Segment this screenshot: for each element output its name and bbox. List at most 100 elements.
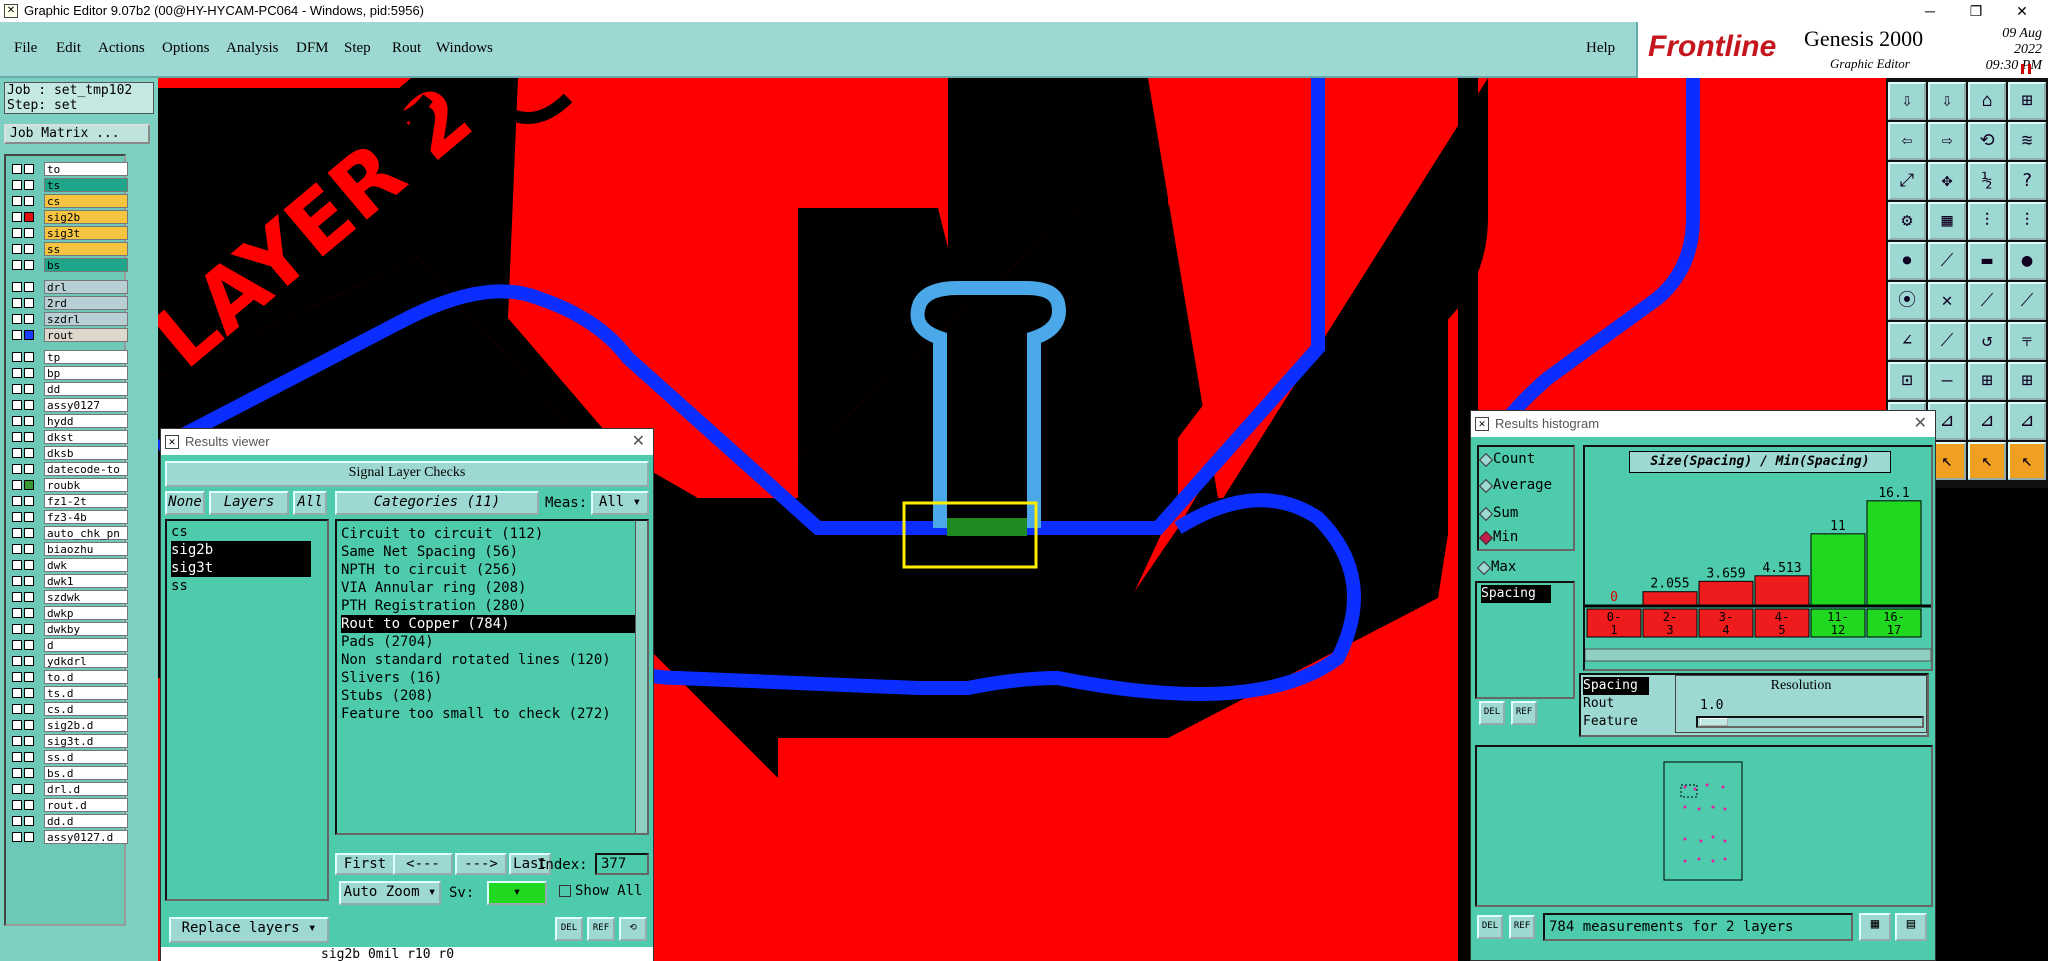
layer-checkbox[interactable]: [12, 768, 22, 778]
layer-row-assy0127.d[interactable]: assy0127.d: [8, 830, 128, 844]
all-button[interactable]: All: [293, 491, 327, 515]
first-button[interactable]: First: [335, 853, 395, 875]
layer-checkbox[interactable]: [12, 752, 22, 762]
layer-row-to[interactable]: to: [8, 162, 128, 176]
prev-button[interactable]: <---: [393, 853, 453, 875]
layer-display-box[interactable]: [24, 528, 34, 538]
tool-button-25-icon[interactable]: ∠: [1888, 322, 1926, 360]
tool-button-18-icon[interactable]: ⟋: [1928, 242, 1966, 280]
layer-row-biaozhu[interactable]: biaozhu: [8, 542, 128, 556]
layer-display-box[interactable]: [24, 624, 34, 634]
job-matrix-button[interactable]: Job Matrix ...: [4, 124, 150, 144]
tool-button-10-icon[interactable]: ✥: [1928, 162, 1966, 200]
tool-button-27-icon[interactable]: ↺: [1968, 322, 2006, 360]
histogram-bar[interactable]: [1810, 533, 1866, 606]
layer-display-box[interactable]: [24, 592, 34, 602]
layer-display-box[interactable]: [24, 298, 34, 308]
side-list-spacing[interactable]: Spacing: [1481, 585, 1551, 603]
layer-checkbox[interactable]: [12, 800, 22, 810]
layer-display-box[interactable]: [24, 544, 34, 554]
preview-ref-button[interactable]: REF: [1509, 915, 1535, 939]
tool-button-20-icon[interactable]: ●: [2008, 242, 2046, 280]
show-all-checkbox[interactable]: [559, 885, 571, 897]
tool-button-5-icon[interactable]: ⇦: [1888, 122, 1926, 160]
layer-display-box[interactable]: [24, 400, 34, 410]
layer-row-fz3-4b[interactable]: fz3-4b: [8, 510, 128, 524]
menu-actions[interactable]: Actions: [98, 40, 145, 57]
category-item[interactable]: Non standard rotated lines (120): [341, 651, 611, 669]
layer-display-box[interactable]: [24, 228, 34, 238]
option-min[interactable]: Min: [1493, 529, 1518, 545]
layer-row-bs.d[interactable]: bs.d: [8, 766, 128, 780]
tool-button-35-icon[interactable]: ⊿: [1968, 402, 2006, 440]
tool-button-30-icon[interactable]: —: [1928, 362, 1966, 400]
category-scrollbar[interactable]: [635, 521, 647, 833]
layer-row-dksb[interactable]: dksb: [8, 446, 128, 460]
layer-display-box[interactable]: [24, 314, 34, 324]
resolution-slider-thumb[interactable]: [1700, 718, 1728, 726]
layer-row-rout.d[interactable]: rout.d: [8, 798, 128, 812]
meas-select[interactable]: All ▾: [591, 491, 649, 515]
tool-button-8-icon[interactable]: ≋: [2008, 122, 2046, 160]
layer-row-ydkdrl[interactable]: ydkdrl: [8, 654, 128, 668]
preview-del-button[interactable]: DEL: [1477, 915, 1503, 939]
layer-row-datecode-to[interactable]: datecode-to: [8, 462, 128, 476]
layer-row-fz1-2t[interactable]: fz1-2t: [8, 494, 128, 508]
layer-checkbox[interactable]: [12, 244, 22, 254]
layer-checkbox[interactable]: [12, 496, 22, 506]
layer-checkbox[interactable]: [12, 228, 22, 238]
tool-button-3-icon[interactable]: ⌂: [1968, 82, 2006, 120]
layer-checkbox[interactable]: [12, 512, 22, 522]
layer-display-box[interactable]: [24, 576, 34, 586]
layer-row-ss[interactable]: ss: [8, 242, 128, 256]
category-item[interactable]: Circuit to circuit (112): [341, 525, 543, 543]
tool-button-9-icon[interactable]: ⤢: [1888, 162, 1926, 200]
layer-row-assy0127[interactable]: assy0127: [8, 398, 128, 412]
layer-row-auto_chk_pn[interactable]: auto_chk_pn: [8, 526, 128, 540]
layer-checkbox[interactable]: [12, 464, 22, 474]
histogram-close-icon[interactable]: ✕: [1914, 411, 1927, 437]
layer-checkbox[interactable]: [12, 704, 22, 714]
layer-row-szdrl[interactable]: szdrl: [8, 312, 128, 326]
layer-checkbox[interactable]: [12, 314, 22, 324]
category-item[interactable]: Same Net Spacing (56): [341, 543, 518, 561]
layers-button[interactable]: Layers: [209, 491, 289, 515]
layer-row-ts.d[interactable]: ts.d: [8, 686, 128, 700]
layer-display-box[interactable]: [24, 352, 34, 362]
maximize-button[interactable]: ❐: [1954, 0, 1998, 22]
layer-display-box[interactable]: [24, 736, 34, 746]
layer-checkbox[interactable]: [12, 592, 22, 602]
tool-button-1-icon[interactable]: ⇩: [1888, 82, 1926, 120]
histogram-scrollbar[interactable]: [1585, 648, 1931, 662]
layer-display-box[interactable]: [24, 260, 34, 270]
layer-row-ss.d[interactable]: ss.d: [8, 750, 128, 764]
option-count[interactable]: Count: [1493, 451, 1535, 467]
layer-checkbox[interactable]: [12, 576, 22, 586]
layer-checkbox[interactable]: [12, 282, 22, 292]
layer-row-cs[interactable]: cs: [8, 194, 128, 208]
layer-row-szdwk[interactable]: szdwk: [8, 590, 128, 604]
tool-button-15-icon[interactable]: ⫶: [1968, 202, 2006, 240]
layer-checkbox[interactable]: [12, 528, 22, 538]
layer-checkbox[interactable]: [12, 624, 22, 634]
layer-checkbox[interactable]: [12, 352, 22, 362]
layer-display-box[interactable]: [24, 448, 34, 458]
layer-checkbox[interactable]: [12, 368, 22, 378]
minimize-button[interactable]: ─: [1908, 0, 1952, 22]
tool-button-39-icon[interactable]: ↖: [1968, 442, 2006, 480]
tool-button-26-icon[interactable]: ⟋: [1928, 322, 1966, 360]
category-item[interactable]: NPTH to circuit (256): [341, 561, 518, 579]
layer-row-2rd[interactable]: 2rd: [8, 296, 128, 310]
tool-button-14-icon[interactable]: ▦: [1928, 202, 1966, 240]
layer-display-box[interactable]: [24, 560, 34, 570]
menu-step[interactable]: Step: [344, 40, 371, 57]
tool-button-6-icon[interactable]: ⇨: [1928, 122, 1966, 160]
layer-display-box[interactable]: [24, 768, 34, 778]
report-icon[interactable]: ▤: [1895, 913, 1927, 941]
category-item-selected[interactable]: Rout to Copper (784): [341, 615, 635, 633]
layer-display-box[interactable]: [24, 800, 34, 810]
layer-checkbox[interactable]: [12, 560, 22, 570]
layer-checkbox[interactable]: [12, 432, 22, 442]
category-item[interactable]: PTH Registration (280): [341, 597, 526, 615]
layer-display-box[interactable]: [24, 720, 34, 730]
